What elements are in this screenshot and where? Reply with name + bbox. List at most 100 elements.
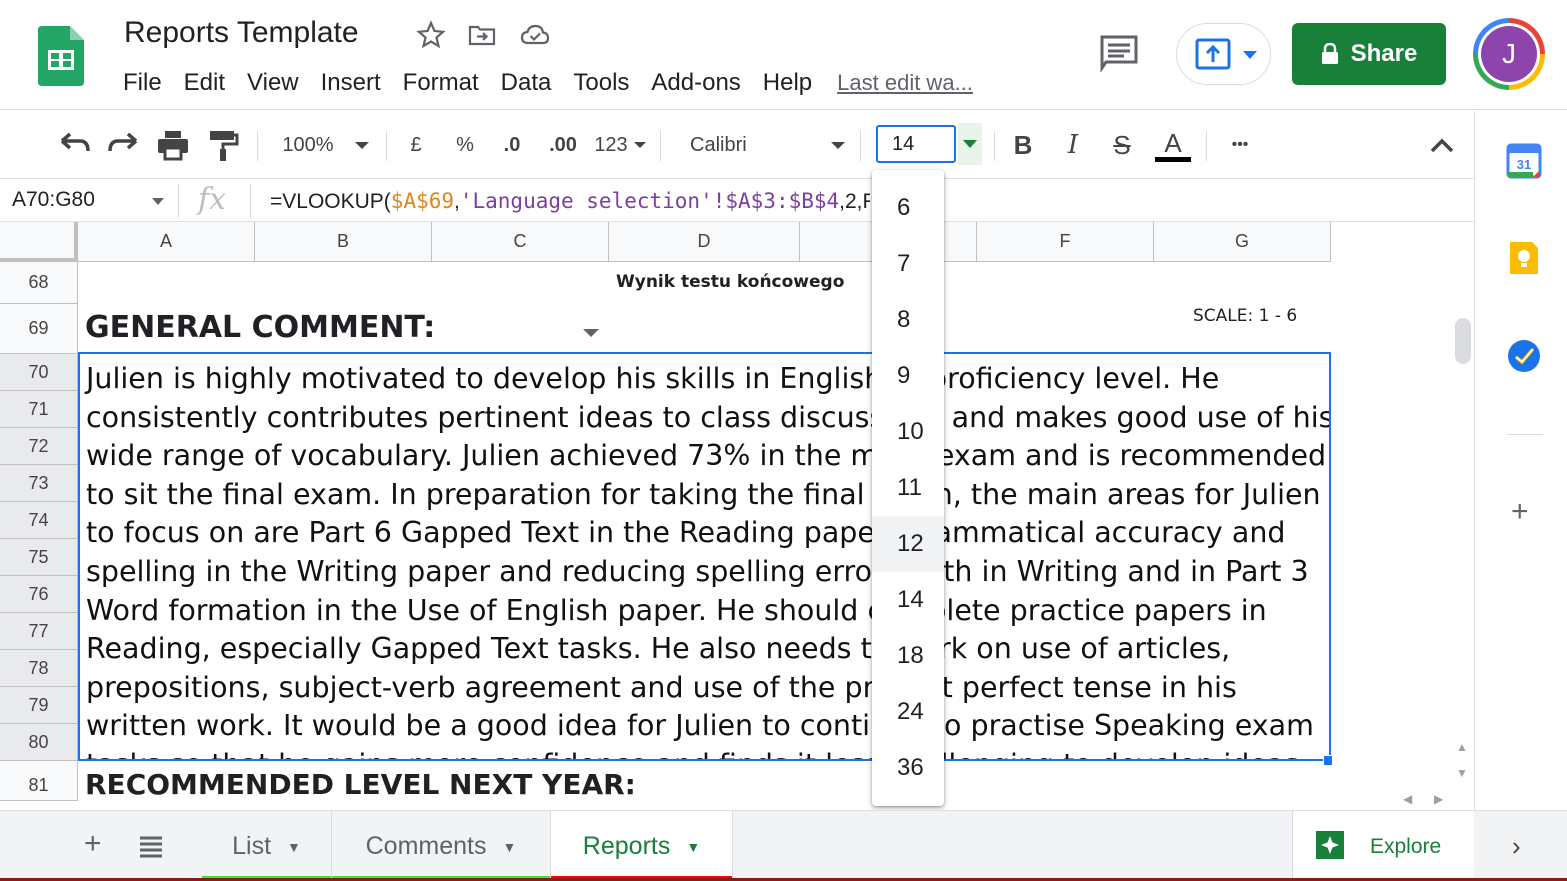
cloud-saved-icon[interactable]: [520, 20, 550, 50]
vertical-scrollbar-thumb[interactable]: [1455, 318, 1471, 364]
row-header-79[interactable]: 79: [0, 687, 78, 724]
more-formats-button[interactable]: 123: [591, 125, 631, 165]
row-header-76[interactable]: 76: [0, 576, 78, 613]
calendar-icon[interactable]: 31: [1505, 142, 1543, 180]
font-size-option-8[interactable]: 8: [872, 292, 944, 348]
menu-tools[interactable]: Tools: [562, 69, 640, 97]
font-size-option-36[interactable]: 36: [872, 740, 944, 796]
sheet-tab-comments[interactable]: Comments ▼: [332, 811, 551, 881]
row-header-74[interactable]: 74: [0, 502, 78, 539]
row-header-68[interactable]: 68: [0, 262, 78, 304]
font-size-input[interactable]: 14: [876, 125, 956, 163]
increase-decimal-button[interactable]: .00: [543, 125, 583, 165]
select-all-corner[interactable]: [0, 222, 78, 262]
present-button[interactable]: [1176, 23, 1271, 85]
comment-history-icon[interactable]: [1098, 34, 1140, 72]
font-size-option-6[interactable]: 6: [872, 180, 944, 236]
undo-icon[interactable]: [56, 125, 92, 165]
share-button[interactable]: Share: [1292, 23, 1446, 85]
chevron-down-icon[interactable]: [152, 198, 164, 206]
row-header-72[interactable]: 72: [0, 428, 78, 465]
row-header-70[interactable]: 70: [0, 354, 78, 391]
chevron-down-icon[interactable]: [828, 125, 848, 165]
chevron-down-icon[interactable]: ▼: [287, 839, 301, 855]
add-sheet-icon[interactable]: +: [84, 827, 102, 861]
row-header-80[interactable]: 80: [0, 724, 78, 761]
menu-view[interactable]: View: [236, 69, 310, 97]
column-header-d[interactable]: D: [609, 222, 800, 262]
add-addon-icon[interactable]: +: [1511, 495, 1529, 529]
scale-label[interactable]: SCALE: 1 - 6: [1193, 306, 1297, 326]
font-size-option-14[interactable]: 14: [872, 572, 944, 628]
collapse-toolbar-icon[interactable]: [1428, 125, 1456, 165]
zoom-select[interactable]: 100%: [272, 125, 344, 165]
font-size-option-18[interactable]: 18: [872, 628, 944, 684]
menu-help[interactable]: Help: [752, 69, 823, 97]
scroll-left-arrow-icon[interactable]: ◀: [1403, 792, 1412, 806]
scroll-right-arrow-icon[interactable]: ▶: [1434, 792, 1443, 806]
percent-format-button[interactable]: %: [451, 125, 479, 165]
column-header-b[interactable]: B: [255, 222, 432, 262]
row-header-77[interactable]: 77: [0, 613, 78, 650]
text-color-button[interactable]: A: [1155, 125, 1191, 165]
formula-input[interactable]: =VLOOKUP($A$69,'Language selection'!$A$3…: [270, 189, 870, 214]
print-icon[interactable]: [155, 125, 191, 165]
chevron-down-icon[interactable]: ▼: [686, 839, 700, 855]
column-header-f[interactable]: F: [977, 222, 1154, 262]
currency-format-button[interactable]: £: [402, 125, 430, 165]
font-size-option-11[interactable]: 11: [872, 460, 944, 516]
sheets-logo-icon[interactable]: [38, 26, 84, 86]
comment-merged-cell[interactable]: Julien is highly motivated to develop hi…: [78, 352, 1331, 761]
font-family-select[interactable]: Calibri: [690, 125, 760, 165]
strikethrough-button[interactable]: S: [1107, 125, 1137, 165]
move-folder-icon[interactable]: [467, 20, 497, 50]
explore-button[interactable]: Explore: [1292, 811, 1474, 881]
chevron-down-icon[interactable]: ▼: [503, 839, 517, 855]
italic-button[interactable]: I: [1058, 125, 1088, 165]
general-comment-label[interactable]: GENERAL COMMENT:: [85, 310, 435, 345]
font-size-option-10[interactable]: 10: [872, 404, 944, 460]
font-size-option-24[interactable]: 24: [872, 684, 944, 740]
row-header-75[interactable]: 75: [0, 539, 78, 576]
chevron-down-icon[interactable]: [352, 125, 372, 165]
more-options-button[interactable]: •••: [1222, 125, 1258, 165]
selection-fill-handle[interactable]: [1323, 755, 1332, 766]
paint-format-icon[interactable]: [205, 125, 241, 165]
row-header-78[interactable]: 78: [0, 650, 78, 687]
side-panel-toggle-icon[interactable]: ›: [1512, 831, 1521, 862]
document-title[interactable]: Reports Template: [124, 16, 359, 50]
scroll-up-arrow-icon[interactable]: ▲: [1456, 740, 1468, 754]
sheet-cells[interactable]: Wynik testu końcowego GENERAL COMMENT: S…: [78, 262, 1332, 810]
font-size-dropdown-button[interactable]: [958, 123, 982, 165]
row-header-73[interactable]: 73: [0, 465, 78, 502]
row-header-71[interactable]: 71: [0, 391, 78, 428]
horizontal-scrollbar[interactable]: ◀ ▶: [0, 790, 1474, 810]
bold-button[interactable]: B: [1008, 125, 1038, 165]
all-sheets-list-icon[interactable]: [138, 833, 164, 859]
star-icon[interactable]: [416, 20, 446, 50]
menu-edit[interactable]: Edit: [173, 69, 236, 97]
cell-row-68[interactable]: Wynik testu końcowego: [78, 262, 1332, 302]
dropdown-chip-icon[interactable]: [583, 328, 599, 338]
name-box[interactable]: A70:G80: [12, 188, 95, 212]
keep-icon[interactable]: [1505, 239, 1543, 277]
column-header-g[interactable]: G: [1154, 222, 1331, 262]
scroll-down-arrow-icon[interactable]: ▼: [1456, 766, 1468, 780]
chevron-down-icon[interactable]: [632, 125, 648, 165]
font-size-option-12[interactable]: 12: [872, 516, 944, 572]
decrease-decimal-button[interactable]: .0: [497, 125, 527, 165]
tasks-icon[interactable]: [1505, 337, 1543, 375]
last-edit-link[interactable]: Last edit wa...: [823, 70, 973, 96]
menu-file[interactable]: File: [112, 69, 173, 97]
row-header-69[interactable]: 69: [0, 304, 78, 354]
font-size-option-9[interactable]: 9: [872, 348, 944, 404]
redo-icon[interactable]: [106, 125, 142, 165]
column-header-c[interactable]: C: [432, 222, 609, 262]
column-header-a[interactable]: A: [78, 222, 255, 262]
menu-format[interactable]: Format: [392, 69, 490, 97]
sheet-tab-list[interactable]: List ▼: [202, 811, 332, 881]
font-size-option-7[interactable]: 7: [872, 236, 944, 292]
menu-data[interactable]: Data: [490, 69, 563, 97]
sheet-tab-reports[interactable]: Reports ▼: [551, 811, 733, 881]
menu-insert[interactable]: Insert: [310, 69, 392, 97]
